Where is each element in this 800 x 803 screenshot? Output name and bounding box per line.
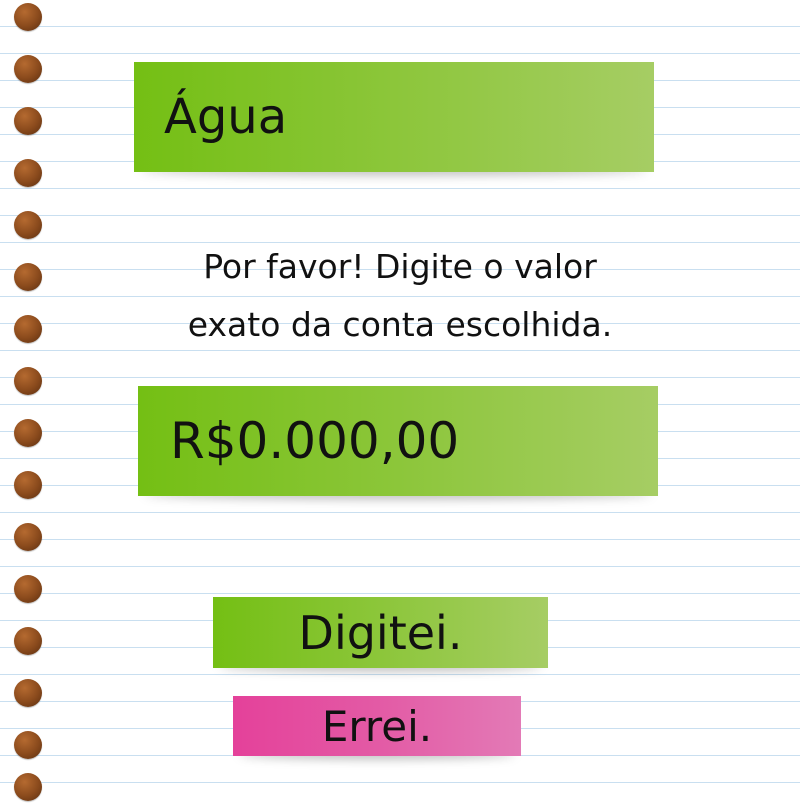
binder-hole (14, 523, 42, 551)
binder-hole (14, 679, 42, 707)
instructions-line-1: Por favor! Digite o valor (203, 247, 597, 286)
binder-hole (14, 315, 42, 343)
amount-input[interactable] (170, 412, 630, 470)
binder-hole (14, 263, 42, 291)
binder-hole (14, 471, 42, 499)
cancel-button[interactable]: Errei. (233, 696, 521, 756)
instructions-line-2: exato da conta escolhida. (187, 305, 613, 344)
confirm-button-label: Digitei. (298, 605, 463, 660)
instructions-text: Por favor! Digite o valor exato da conta… (100, 238, 700, 354)
binder-hole (14, 419, 42, 447)
binder-hole (14, 773, 42, 801)
binder-hole (14, 575, 42, 603)
binder-hole (14, 731, 42, 759)
binder-hole (14, 3, 42, 31)
bill-title: Água (164, 89, 288, 145)
binder-holes (14, 3, 44, 803)
binder-hole (14, 627, 42, 655)
binder-hole (14, 367, 42, 395)
amount-note (138, 386, 658, 496)
binder-hole (14, 211, 42, 239)
bill-title-note: Água (134, 62, 654, 172)
cancel-button-label: Errei. (321, 701, 433, 751)
binder-hole (14, 159, 42, 187)
confirm-button[interactable]: Digitei. (213, 597, 548, 668)
binder-hole (14, 107, 42, 135)
binder-hole (14, 55, 42, 83)
